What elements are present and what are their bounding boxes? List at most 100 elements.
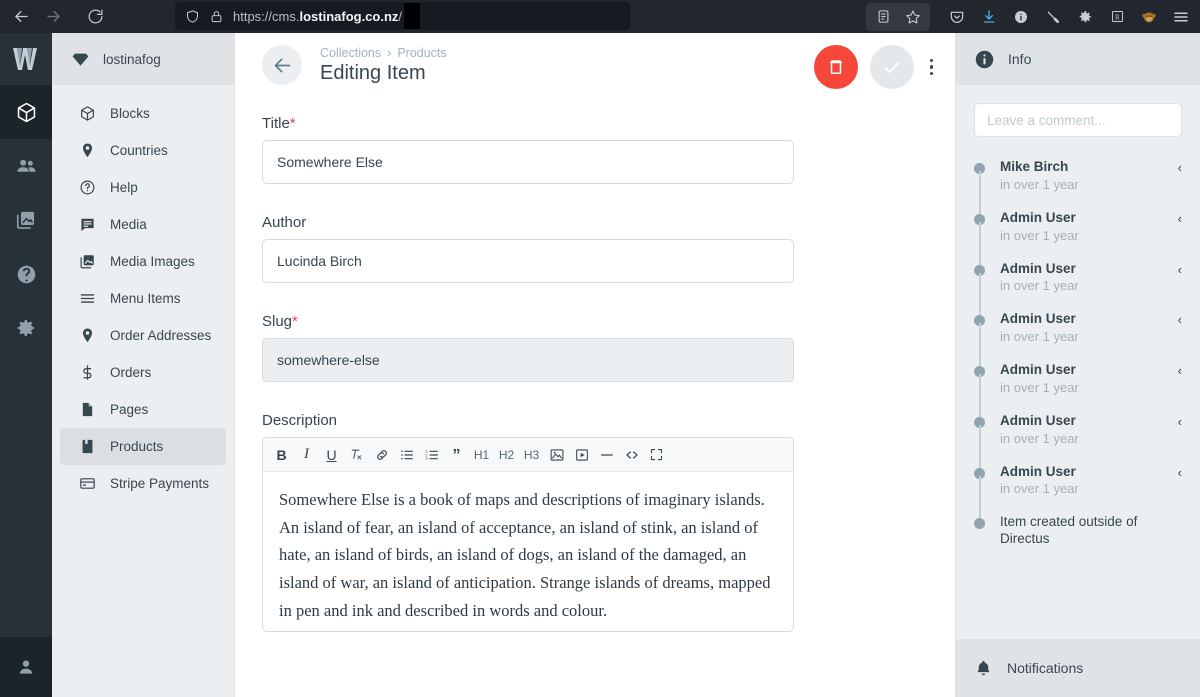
chat-bubble-icon: [78, 216, 96, 234]
star-icon[interactable]: [898, 2, 928, 32]
sidebar-item-products[interactable]: Products: [60, 428, 226, 465]
breadcrumb-root[interactable]: Collections: [320, 46, 381, 60]
downloads-icon[interactable]: [974, 2, 1004, 32]
sidebar-item-stripe-payments[interactable]: Stripe Payments: [60, 465, 226, 502]
bullet-list-button[interactable]: [394, 440, 419, 470]
activity-user: Admin User: [1000, 209, 1076, 225]
module-item-user-profile[interactable]: [0, 637, 52, 697]
forward-icon[interactable]: [38, 2, 68, 32]
clear-formatting-button[interactable]: [344, 440, 369, 470]
kebab-menu-icon[interactable]: [926, 58, 938, 76]
notifications-bar[interactable]: Notifications: [956, 639, 1200, 697]
module-item-docs[interactable]: [0, 247, 52, 301]
field-label-text: Title: [262, 115, 290, 132]
shield-icon[interactable]: [181, 1, 203, 31]
hamburger-menu-icon[interactable]: [1166, 2, 1196, 32]
activity-item[interactable]: Admin User in over 1 year ‹: [974, 209, 1182, 268]
sidebar-item-media[interactable]: Media: [60, 206, 226, 243]
project-header[interactable]: lostinafog: [52, 33, 234, 85]
chevron-left-icon[interactable]: ‹: [1178, 210, 1182, 225]
activity-body: Admin User in over 1 year: [1000, 311, 1172, 346]
chevron-left-icon[interactable]: ‹: [1178, 311, 1182, 326]
urlbar-actions: [866, 2, 930, 32]
activity-item[interactable]: Admin User in over 1 year ‹: [974, 311, 1182, 370]
module-item-content[interactable]: [0, 85, 52, 139]
chevron-left-icon[interactable]: ‹: [1178, 413, 1182, 428]
chevron-left-icon[interactable]: ‹: [1178, 261, 1182, 276]
pen-icon[interactable]: [1038, 2, 1068, 32]
activity-item[interactable]: Admin User in over 1 year ‹: [974, 463, 1182, 522]
source-code-button[interactable]: [619, 440, 644, 470]
insert-video-button[interactable]: [569, 440, 594, 470]
save-button[interactable]: [869, 45, 914, 89]
activity-item[interactable]: Admin User in over 1 year ‹: [974, 362, 1182, 421]
chevron-left-icon[interactable]: ‹: [1178, 362, 1182, 377]
r-badge-icon[interactable]: R: [1102, 2, 1132, 32]
gear-icon[interactable]: [1070, 2, 1100, 32]
link-button[interactable]: [369, 440, 394, 470]
module-item-settings[interactable]: [0, 301, 52, 355]
sidebar-item-orders[interactable]: Orders: [60, 354, 226, 391]
activity-item[interactable]: Admin User in over 1 year ‹: [974, 261, 1182, 319]
reader-view-icon[interactable]: [868, 2, 898, 32]
page-title: Editing Item: [320, 61, 426, 84]
back-icon[interactable]: [6, 2, 36, 32]
gear-icon: [15, 317, 37, 339]
activity-user: Admin User: [1000, 463, 1076, 479]
heading-3-label: H3: [523, 447, 540, 462]
sidebar-item-pages[interactable]: Pages: [60, 391, 226, 428]
address-bar[interactable]: https://cms.lostinafog.co.nz/: [175, 2, 630, 30]
italic-button[interactable]: I: [294, 440, 319, 470]
lock-icon[interactable]: [205, 1, 227, 31]
horizontal-rule-button[interactable]: [594, 440, 619, 470]
heading-3-button[interactable]: H3: [519, 440, 544, 470]
person-icon: [16, 657, 36, 677]
back-button[interactable]: [262, 45, 302, 85]
info-header: Info: [956, 33, 1200, 85]
brand-logo-icon[interactable]: [0, 33, 52, 85]
item-form: Title* Author Slug* Description B I U: [235, 97, 955, 632]
dollar-icon: [78, 364, 96, 382]
module-item-file-library[interactable]: [0, 193, 52, 247]
url-text[interactable]: https://cms.lostinafog.co.nz/: [233, 9, 402, 24]
blockquote-button[interactable]: ”: [444, 440, 469, 470]
description-body[interactable]: Somewhere Else is a book of maps and des…: [263, 472, 793, 631]
reload-icon[interactable]: [80, 2, 110, 32]
title-input[interactable]: [262, 140, 794, 184]
delete-button[interactable]: [813, 45, 858, 89]
sidebar-item-label: Menu Items: [110, 291, 181, 306]
sidebar-item-countries[interactable]: Countries: [60, 132, 226, 169]
heading-2-button[interactable]: H2: [494, 440, 519, 470]
arrow-left-icon: [272, 55, 293, 76]
bold-button[interactable]: B: [269, 440, 294, 470]
slug-input[interactable]: [262, 338, 794, 382]
sidebar-item-label: Media: [110, 217, 147, 232]
required-marker: *: [289, 115, 296, 132]
book-icon: [78, 438, 96, 456]
comment-input[interactable]: [974, 103, 1182, 137]
activity-item[interactable]: Admin User in over 1 year ‹: [974, 413, 1182, 471]
sidebar-item-menu-items[interactable]: Menu Items: [60, 280, 226, 317]
sidebar-item-help[interactable]: Help: [60, 169, 226, 206]
sidebar-item-label: Help: [110, 180, 138, 195]
chevron-left-icon[interactable]: ‹: [1178, 464, 1182, 479]
insert-image-button[interactable]: [544, 440, 569, 470]
list-lines-icon: [78, 290, 96, 308]
pocket-icon[interactable]: [942, 2, 972, 32]
breadcrumb-current[interactable]: Products: [397, 46, 446, 60]
heading-1-button[interactable]: H1: [469, 440, 494, 470]
underline-button[interactable]: U: [319, 440, 344, 470]
sidebar-item-order-addresses[interactable]: Order Addresses: [60, 317, 226, 354]
module-item-users[interactable]: [0, 139, 52, 193]
monkey-avatar-icon[interactable]: [1134, 2, 1164, 32]
activity-body: Item created outside of Directus: [1000, 514, 1182, 548]
activity-item[interactable]: Mike Birch in over 1 year ‹: [974, 159, 1182, 217]
sidebar-item-media-images[interactable]: Media Images: [60, 243, 226, 280]
info-circle-icon[interactable]: [1006, 2, 1036, 32]
sidebar-item-blocks[interactable]: Blocks: [60, 95, 226, 132]
author-input[interactable]: [262, 239, 794, 283]
activity-user: Admin User: [1000, 362, 1076, 378]
ordered-list-button[interactable]: 123: [419, 440, 444, 470]
fullscreen-button[interactable]: [644, 440, 669, 470]
chevron-left-icon[interactable]: ‹: [1178, 159, 1182, 174]
